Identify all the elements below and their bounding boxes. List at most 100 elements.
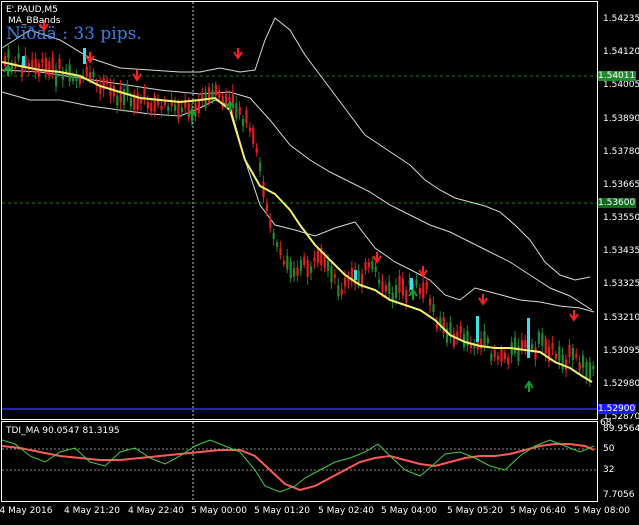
signal-marker-bar <box>476 316 479 342</box>
chart-canvas[interactable] <box>0 0 639 525</box>
candle-body <box>197 99 200 113</box>
candle-body <box>337 285 340 297</box>
candle-body <box>265 204 268 212</box>
candle-body <box>4 56 7 67</box>
candle-body <box>442 317 445 334</box>
candle-body <box>306 260 309 277</box>
candle-body <box>398 275 401 293</box>
price-axis-label: 1.53665 <box>603 179 639 190</box>
candle-body <box>405 290 408 303</box>
down-arrow-signal <box>85 52 95 64</box>
candle-body <box>381 281 384 292</box>
candle-body <box>486 338 489 344</box>
candle-body <box>415 280 418 286</box>
candle-body <box>293 268 296 277</box>
time-axis-label: 5 May 04:00 <box>381 506 437 516</box>
time-axis-label: 5 May 08:00 <box>574 506 630 516</box>
time-axis-label: 4 May 2016 <box>0 506 53 516</box>
candle-body <box>211 89 214 98</box>
candle-body <box>41 58 44 64</box>
time-axis-label: 5 May 05:20 <box>447 506 503 516</box>
candle-body <box>493 350 496 358</box>
up-arrow-signal <box>408 288 418 300</box>
candle-body <box>561 354 564 370</box>
candle-body <box>401 278 404 296</box>
price-axis-label: 1.53095 <box>603 345 639 356</box>
candle-body <box>483 331 486 348</box>
candle-body <box>34 58 37 75</box>
candle-body <box>303 256 306 265</box>
candle-body <box>78 77 81 85</box>
chart-symbol-label: E'.PAUD,M5 <box>6 5 58 15</box>
candle-body <box>72 76 75 82</box>
candle-body <box>592 365 595 370</box>
candle-body <box>388 281 391 294</box>
candle-body <box>259 162 262 172</box>
candle-body <box>7 49 10 60</box>
candle-body <box>500 349 503 362</box>
candle-body <box>153 96 156 112</box>
candle-body <box>316 250 319 263</box>
candle-body <box>333 274 336 278</box>
signal-marker-bar <box>527 318 530 358</box>
candle-body <box>272 232 275 239</box>
candle-body <box>208 87 211 103</box>
candle-body <box>248 127 251 132</box>
down-arrow-signal <box>233 48 243 60</box>
time-axis-label: 5 May 00:00 <box>191 506 247 516</box>
price-axis-label: 1.52980 <box>603 378 639 389</box>
candle-body <box>514 337 517 354</box>
candle-body <box>17 53 20 59</box>
candle-body <box>279 248 282 256</box>
candle-body <box>218 90 221 98</box>
candle-body <box>422 282 425 299</box>
down-arrow-signal <box>478 294 488 306</box>
price-axis-label: 1.54120 <box>603 47 639 58</box>
candle-body <box>395 285 398 299</box>
price-axis-label: 1.54005 <box>603 80 639 91</box>
time-axis-label: 5 May 02:40 <box>318 506 374 516</box>
bottom-price-tag: 1.52900 <box>598 404 636 414</box>
price-axis-label: 1.54235 <box>603 14 639 24</box>
candle-body <box>51 57 54 72</box>
down-arrow-signal <box>372 252 382 264</box>
candle-body <box>571 348 574 360</box>
time-axis-label: 5 May 01:20 <box>254 506 310 516</box>
osc-bottom-value: 7.7056 <box>603 490 635 500</box>
candle-body <box>92 71 95 77</box>
candle-body <box>429 298 432 306</box>
candle-body <box>344 277 347 287</box>
candle-body <box>374 266 377 272</box>
candle-body <box>299 259 302 272</box>
down-arrow-signal <box>569 310 579 322</box>
candle-body <box>214 84 217 96</box>
osc-level-32-label: 32 <box>603 465 615 475</box>
down-arrow-signal <box>132 70 142 82</box>
current-price-tag: 1.54011 <box>598 71 636 81</box>
candle-body <box>106 80 109 85</box>
candle-body <box>578 362 581 371</box>
price-axis-label: 1.53210 <box>603 312 639 323</box>
candle-body <box>371 261 374 270</box>
candle-body <box>537 332 540 344</box>
candle-body <box>167 106 170 111</box>
candle-body <box>364 262 367 271</box>
candle-body <box>119 86 122 103</box>
candle-body <box>524 340 527 349</box>
candle-body <box>323 256 326 269</box>
candle-body <box>575 353 578 358</box>
candle-body <box>565 359 568 370</box>
candle-body <box>146 102 149 109</box>
bband-lower-line <box>1 91 595 313</box>
candle-body <box>367 262 370 268</box>
candle-body <box>330 266 333 283</box>
price-axis-label: 1.53890 <box>603 113 639 124</box>
candle-body <box>378 279 381 284</box>
candle-body <box>136 93 139 111</box>
candle-body <box>180 107 183 113</box>
candle-body <box>418 288 421 295</box>
candle-body <box>269 218 272 228</box>
candle-body <box>276 242 279 247</box>
candle-body <box>313 257 316 262</box>
candle-body <box>282 261 285 265</box>
